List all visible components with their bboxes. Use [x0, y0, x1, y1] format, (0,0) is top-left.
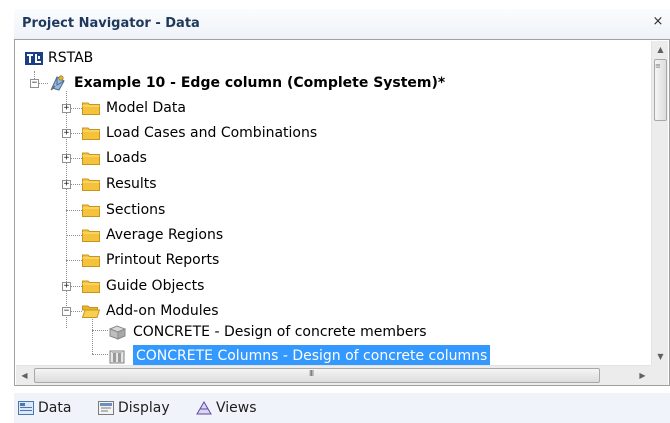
navigator-tree-view: RSTAB − Example 10 - Edge column (Comple…	[14, 39, 670, 386]
panel-title: Project Navigator - Data	[22, 16, 200, 31]
tree-item-label: Printout Reports	[106, 252, 220, 268]
tree-item-printout-reports[interactable]: Printout Reports	[16, 249, 416, 271]
expand-expander[interactable]: +	[62, 129, 71, 138]
scroll-down-arrow-icon[interactable]: ▼	[652, 348, 669, 365]
folder-icon	[82, 127, 100, 140]
folder-icon	[82, 178, 100, 191]
open-folder-icon	[82, 305, 100, 318]
tree-item-label: Model Data	[106, 100, 186, 116]
tab-display[interactable]: Display	[98, 393, 188, 423]
project-title: Example 10 - Edge column (Complete Syste…	[74, 75, 446, 91]
scroll-left-arrow-icon[interactable]: ◀	[16, 366, 33, 385]
tree-item-results[interactable]: + Results	[16, 173, 416, 195]
expand-expander[interactable]: +	[62, 282, 71, 291]
tree-item-label: Loads	[106, 150, 147, 166]
tree-root-label: RSTAB	[48, 50, 94, 66]
horizontal-scrollbar[interactable]: ◀ III ▶	[16, 365, 651, 385]
tab-data[interactable]: Data	[18, 393, 88, 423]
project-model-icon	[50, 75, 65, 91]
tree-item-model-data[interactable]: + Model Data	[16, 97, 416, 119]
tab-label: Display	[118, 400, 170, 416]
tree-item-label: Average Regions	[106, 227, 224, 243]
scroll-grip-icon: III	[309, 369, 314, 378]
module-label-selected: CONCRETE Columns - Design of concrete co…	[133, 345, 491, 365]
tree-item-load-cases[interactable]: + Load Cases and Combinations	[16, 122, 416, 144]
tree-item-add-on-modules[interactable]: − Add-on Modules	[16, 300, 416, 322]
horizontal-scroll-thumb[interactable]: III	[34, 368, 600, 383]
tree-item-sections[interactable]: Sections	[16, 199, 416, 221]
folder-icon	[82, 102, 100, 115]
tab-label: Views	[216, 400, 257, 416]
folder-icon	[82, 254, 100, 267]
module-label: CONCRETE - Design of concrete members	[133, 324, 427, 340]
concrete-columns-module-icon	[109, 350, 125, 364]
expand-expander[interactable]: +	[62, 104, 71, 113]
scroll-grip-icon: ≡	[655, 62, 661, 70]
tree-project-node[interactable]: − Example 10 - Edge column (Complete Sys…	[16, 72, 616, 94]
tab-views[interactable]: Views	[196, 393, 276, 423]
expand-expander[interactable]: +	[62, 180, 71, 189]
tree-item-label: Results	[106, 176, 157, 192]
folder-icon	[82, 229, 100, 242]
tree-item-guide-objects[interactable]: + Guide Objects	[16, 275, 416, 297]
tree-item-label: Sections	[106, 202, 166, 218]
folder-icon	[82, 280, 100, 293]
tree-root-rstab[interactable]: RSTAB	[16, 47, 416, 69]
tree-item-label: Guide Objects	[106, 278, 205, 294]
scroll-up-arrow-icon[interactable]: ▲	[652, 41, 669, 58]
tab-label: Data	[38, 400, 72, 416]
scrollbar-corner	[651, 365, 668, 385]
panel-titlebar[interactable]: Project Navigator - Data ×	[14, 9, 670, 39]
folder-icon	[82, 204, 100, 217]
project-navigator-panel: Project Navigator - Data × RSTAB − Examp…	[0, 0, 670, 423]
tree-item-average-regions[interactable]: Average Regions	[16, 224, 416, 246]
concrete-module-icon	[109, 325, 126, 340]
collapse-expander[interactable]: −	[62, 307, 71, 316]
tree-item-loads[interactable]: + Loads	[16, 147, 416, 169]
display-tab-icon	[98, 401, 114, 415]
tree-module-concrete-columns[interactable]: CONCRETE Columns - Design of concrete co…	[16, 345, 556, 365]
tree-area: RSTAB − Example 10 - Edge column (Comple…	[16, 41, 651, 365]
navigator-tab-bar: Data Display Views	[14, 393, 670, 423]
folder-icon	[82, 152, 100, 165]
views-tab-icon	[196, 401, 212, 415]
close-icon[interactable]: ×	[650, 13, 666, 31]
data-tab-icon	[18, 401, 34, 415]
tree-item-label: Add-on Modules	[106, 303, 219, 319]
rstab-logo-icon	[25, 52, 43, 65]
tree-module-concrete[interactable]: CONCRETE - Design of concrete members	[16, 321, 536, 343]
vertical-scrollbar[interactable]: ▲ ≡ ▼	[651, 41, 668, 365]
scroll-right-arrow-icon[interactable]: ▶	[634, 366, 651, 385]
tree-item-label: Load Cases and Combinations	[106, 125, 318, 141]
collapse-expander[interactable]: −	[30, 79, 39, 88]
expand-expander[interactable]: +	[62, 154, 71, 163]
